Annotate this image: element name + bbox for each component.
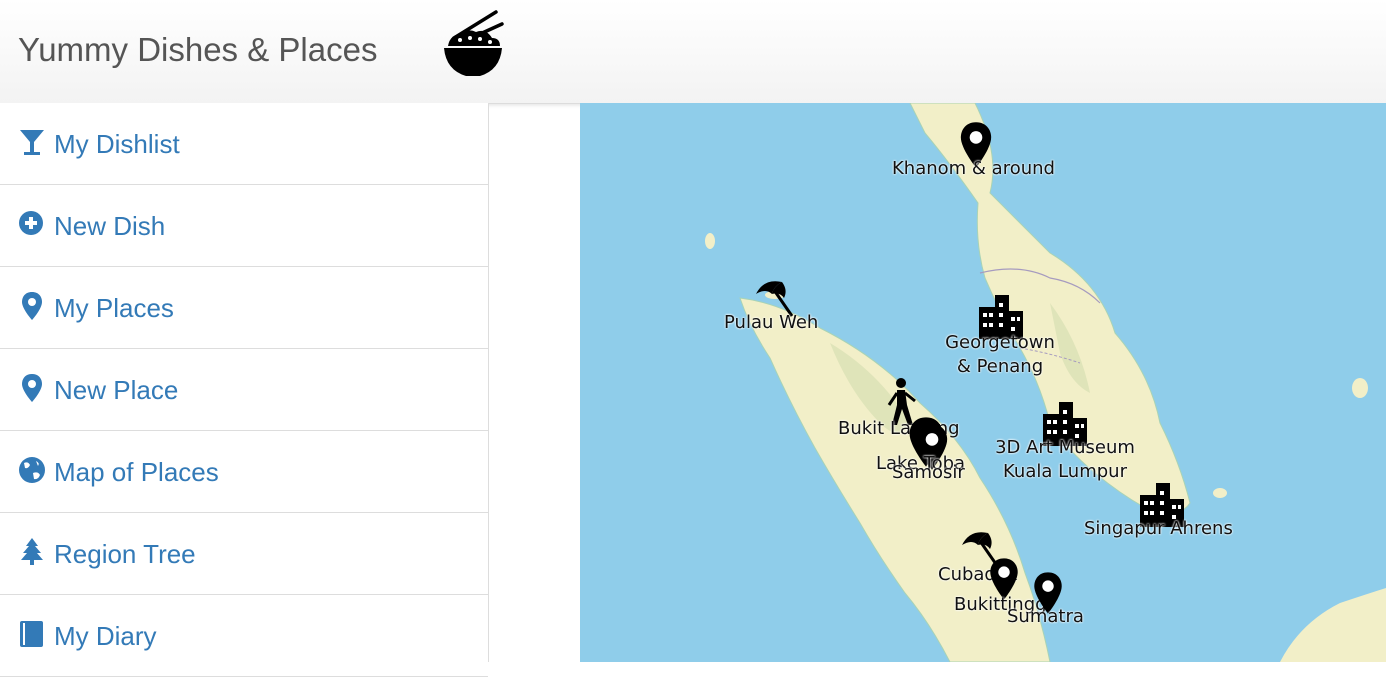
place-label-singapur[interactable]: Singapur Ahrens [1084, 517, 1233, 541]
sidebar-item-label: My Diary [54, 621, 157, 651]
sidebar-item-label: New Dish [54, 211, 166, 241]
sidebar-item-label: My Dishlist [54, 129, 180, 159]
sidebar-item-my-dishlist[interactable]: My Dishlist [0, 103, 488, 185]
sidebar-item-label: New Place [54, 375, 179, 405]
top-navbar: Yummy Dishes & Places [0, 0, 1386, 104]
sidebar-item-new-dish[interactable]: New Dish [0, 185, 488, 267]
place-label-pulau-weh[interactable]: Pulau Weh [724, 311, 818, 335]
place-label-khanom[interactable]: Khanom & around [892, 157, 1055, 181]
sidebar-item-label: Region Tree [54, 539, 196, 569]
globe-icon [18, 455, 46, 485]
sidebar-item-label: My Places [54, 293, 174, 323]
app-title[interactable]: Yummy Dishes & Places [18, 31, 377, 69]
map-marker-icon [18, 373, 46, 403]
place-label-kuala-lumpur[interactable]: 3D Art Museum Kuala Lumpur [985, 436, 1145, 484]
sidebar-item-my-diary[interactable]: My Diary [0, 595, 488, 677]
rice-bowl-chopsticks-icon[interactable] [440, 8, 504, 80]
place-label-sumatra[interactable]: Sumatra [1007, 605, 1084, 629]
tree-icon [18, 537, 46, 567]
book-icon [18, 619, 46, 649]
sidebar-item-new-place[interactable]: New Place [0, 349, 488, 431]
sidebar-item-my-places[interactable]: My Places [0, 267, 488, 349]
sidebar: My Dishlist New Dish My Places New Place… [0, 103, 489, 677]
sidebar-item-map-of-places[interactable]: Map of Places [0, 431, 488, 513]
sidebar-item-region-tree[interactable]: Region Tree [0, 513, 488, 595]
place-label-georgetown[interactable]: Georgetown & Penang [935, 331, 1065, 379]
cocktail-glass-icon [18, 127, 46, 157]
map-marker-icon [18, 291, 46, 321]
sidebar-item-label: Map of Places [54, 457, 219, 487]
plus-circle-icon [18, 209, 46, 239]
place-label-samosir[interactable]: Samosir [892, 461, 965, 485]
places-map[interactable]: Khanom & around Pulau Weh Georgetown & P… [580, 103, 1386, 662]
